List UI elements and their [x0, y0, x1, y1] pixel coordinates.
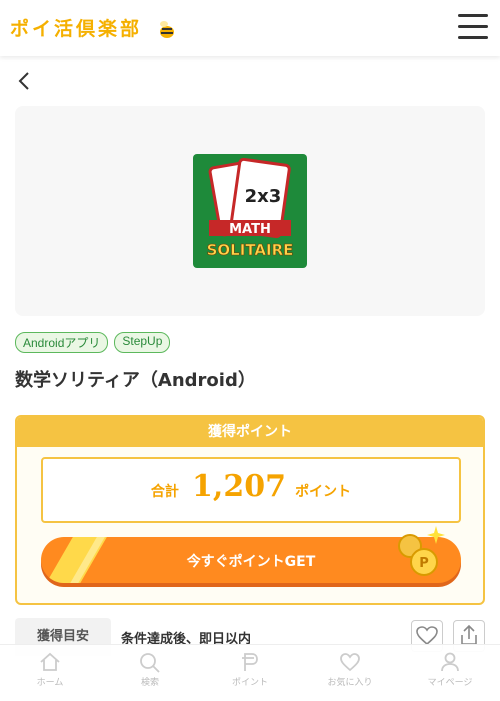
app-tags: Androidアプリ StepUp — [15, 332, 171, 353]
nav-label-home: ホーム — [36, 678, 64, 688]
app-icon-text-top: 2x3 — [245, 186, 282, 207]
nav-label-search: 検索 — [140, 678, 159, 688]
nav-home[interactable]: ホーム — [0, 645, 100, 701]
total-value: 1,207 — [192, 469, 286, 504]
chevron-left-icon[interactable] — [14, 70, 36, 92]
nav-search[interactable]: 検索 — [100, 645, 200, 701]
logo-text: ポイ活倶楽部 — [10, 18, 143, 40]
coins-icon: P — [398, 526, 445, 576]
nav-points[interactable]: ポイント — [200, 645, 300, 701]
site-header: ポイ活倶楽部 — [0, 0, 500, 56]
app-icon-text-bottom: SOLITAIRE — [207, 241, 294, 259]
points-header: 獲得ポイント — [17, 417, 483, 447]
nav-label-favorites: お気に入り — [327, 678, 373, 688]
nav-label-mypage: マイページ — [427, 678, 473, 688]
svg-text:P: P — [419, 556, 429, 571]
nav-mypage[interactable]: マイページ — [400, 645, 500, 701]
home-icon — [40, 652, 60, 671]
heart-icon — [340, 653, 360, 672]
app-hero: 2x3 MATH SOLITAIRE — [15, 106, 485, 316]
points-icon — [242, 653, 258, 671]
bee-icon — [159, 20, 174, 38]
site-logo[interactable]: ポイ活倶楽部 — [10, 14, 178, 41]
app-icon-text-mid: MATH — [229, 222, 271, 237]
app-title: 数学ソリティア（Android） — [15, 370, 256, 391]
search-icon — [140, 653, 160, 673]
total-label: 合計 — [150, 484, 179, 500]
total-points-box: 合計 1,207 ポイント — [41, 457, 461, 523]
nav-favorites[interactable]: お気に入り — [300, 645, 400, 701]
total-unit: ポイント — [295, 484, 352, 500]
tag-stepup[interactable]: StepUp — [114, 332, 171, 353]
user-icon — [441, 652, 459, 672]
hamburger-icon[interactable] — [458, 14, 488, 40]
bottom-nav: ホーム 検索 ポイント お気に入り マイページ — [0, 644, 500, 701]
app-icon-image: 2x3 MATH SOLITAIRE — [193, 154, 307, 268]
tag-android-app[interactable]: Androidアプリ — [15, 332, 109, 353]
nav-label-points: ポイント — [231, 678, 268, 688]
